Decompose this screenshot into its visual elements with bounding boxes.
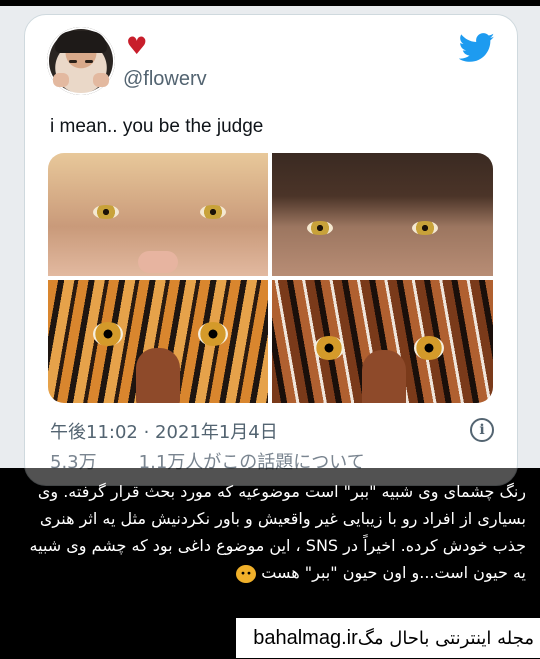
heart-icon: ♥ xyxy=(126,32,148,60)
avatar-hand xyxy=(53,73,69,87)
user-handle[interactable]: @flowerv xyxy=(123,68,207,91)
persian-caption: رنگ چشمای وی شبیه "ببر" است موضوعیه که م… xyxy=(16,478,526,586)
nose-shape xyxy=(138,251,178,273)
twitter-bird-icon[interactable] xyxy=(459,33,495,63)
tiger-face-icon xyxy=(236,564,257,583)
tweet-media-grid[interactable] xyxy=(48,153,493,403)
eye-shape xyxy=(200,205,226,219)
avatar-eye xyxy=(69,60,77,63)
tweet-text: i mean.. you be the judge xyxy=(50,116,264,137)
eye-shape xyxy=(307,221,333,235)
brand-name: مجله اینترنتی باحال مگ xyxy=(357,628,534,649)
media-photo-tiger-eyes-2[interactable] xyxy=(272,280,493,403)
eye-shape xyxy=(93,205,119,219)
avatar-hand xyxy=(93,73,109,87)
tiger-eye-shape xyxy=(314,336,344,360)
media-photo-human-eyes-1[interactable] xyxy=(48,153,268,276)
avatar-hair xyxy=(55,31,107,53)
eye-shape xyxy=(412,221,438,235)
tiger-eye-shape xyxy=(414,336,444,360)
media-photo-human-eyes-2[interactable] xyxy=(272,153,493,276)
tiger-nose-shape xyxy=(136,348,180,403)
brand-url[interactable]: bahalmag.ir xyxy=(253,627,358,649)
brand-footer[interactable]: bahalmag.irمجله اینترنتی باحال مگ xyxy=(236,618,540,658)
tiger-nose-shape xyxy=(362,350,406,403)
tiger-eye-shape xyxy=(93,322,123,346)
info-icon[interactable]: i xyxy=(470,418,494,442)
avatar[interactable] xyxy=(47,27,115,95)
tweet-timestamp[interactable]: 午後11:02 · 2021年1月4日 xyxy=(50,418,278,444)
tiger-eye-shape xyxy=(198,322,228,346)
avatar-eye xyxy=(85,60,93,63)
caption-text: رنگ چشمای وی شبیه "ببر" است موضوعیه که م… xyxy=(29,482,526,582)
media-photo-tiger-eyes-1[interactable] xyxy=(48,280,268,403)
